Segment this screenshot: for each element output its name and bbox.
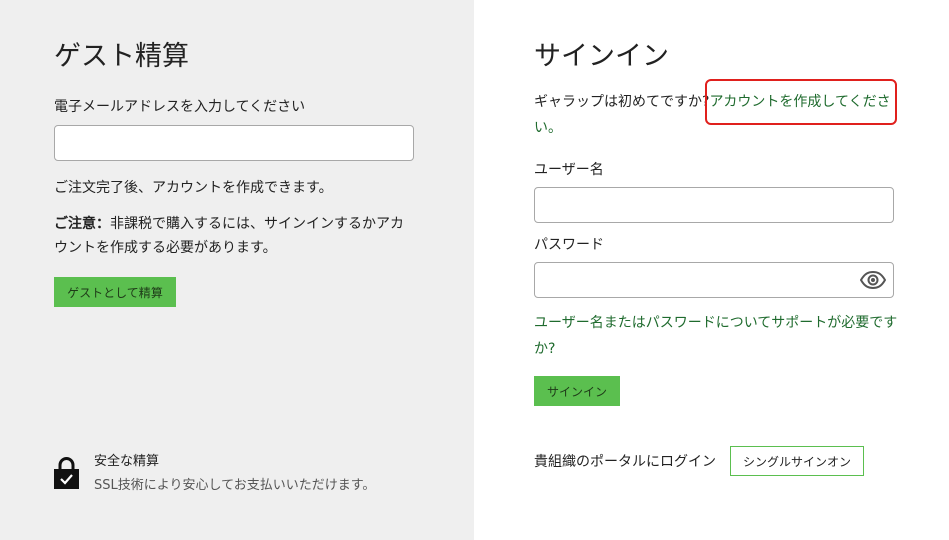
username-input[interactable] (534, 187, 894, 223)
password-input[interactable] (534, 262, 894, 298)
guest-checkout-title: ゲスト精算 (54, 41, 189, 72)
email-input[interactable] (54, 125, 414, 161)
guest-checkout-button[interactable]: ゲストとして精算 (54, 277, 176, 307)
secure-checkout-subtitle: SSL技術により安心してお支払いいただけます。 (94, 478, 376, 493)
portal-login-text: 貴組織のポータルにログイン (534, 454, 716, 470)
signin-title: サインイン (534, 41, 669, 72)
password-label: パスワード (534, 237, 604, 253)
signin-panel: サインイン ギャラップは初めてですか?アカウントを作成してください。 ユーザー名… (474, 0, 949, 540)
help-link[interactable]: ユーザー名またはパスワードについてサポートが必要ですか? (534, 315, 897, 357)
eye-icon[interactable] (859, 270, 887, 290)
lock-icon (54, 456, 79, 489)
guest-checkout-panel: ゲスト精算 電子メールアドレスを入力してください ご注文完了後、アカウントを作成… (0, 0, 474, 540)
signin-button[interactable]: サインイン (534, 376, 620, 406)
after-order-text: ご注文完了後、アカウントを作成できます。 (54, 180, 333, 196)
first-time-text: ギャラップは初めてですか? (534, 94, 710, 110)
sso-button[interactable]: シングルサインオン (730, 446, 864, 476)
guest-note: ご注意：非課税で購入するには、サインインするかアカウントを作成する必要があります… (54, 212, 414, 260)
secure-checkout-title: 安全な精算 (94, 454, 160, 469)
email-label: 電子メールアドレスを入力してください (54, 99, 306, 115)
highlight-box (705, 79, 897, 125)
help-link-wrapper: ユーザー名またはパスワードについてサポートが必要ですか? (534, 310, 904, 362)
note-bold-label: ご注意： (54, 216, 110, 232)
username-label: ユーザー名 (534, 162, 604, 178)
